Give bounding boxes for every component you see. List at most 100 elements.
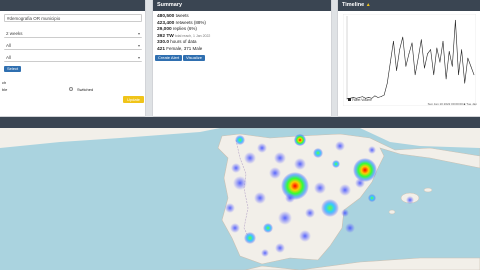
summary-line: 423,400 retweets (88%) bbox=[157, 20, 206, 26]
series-point bbox=[427, 53, 428, 55]
summary-label: hours of data bbox=[169, 39, 197, 44]
filter-panel-header bbox=[0, 0, 145, 11]
heat-spot bbox=[339, 184, 351, 196]
summary-value: 330.0 bbox=[157, 40, 170, 45]
series-point bbox=[461, 49, 462, 50]
heat-spot bbox=[299, 230, 311, 242]
series-point bbox=[464, 82, 466, 84]
heat-spot bbox=[321, 199, 339, 217]
island-ibiza bbox=[388, 209, 396, 215]
summary-line: 29,000 replies (6%) bbox=[157, 26, 197, 32]
heat-spot bbox=[332, 160, 340, 168]
heat-spot bbox=[305, 208, 315, 218]
series-point bbox=[402, 36, 404, 38]
series-point bbox=[362, 96, 363, 97]
heat-spot bbox=[244, 152, 256, 164]
series-point bbox=[390, 61, 391, 63]
heat-spot bbox=[368, 146, 376, 154]
legend-label: Tweet Volume bbox=[351, 98, 372, 102]
series-point bbox=[396, 70, 397, 71]
series-point bbox=[448, 50, 450, 52]
series-point bbox=[473, 74, 475, 76]
heat-spot bbox=[230, 223, 240, 233]
heat-spot bbox=[285, 193, 295, 203]
heatmap-map[interactable] bbox=[0, 128, 480, 270]
summary-note: total reach, 1 Jan 2022 bbox=[173, 33, 211, 38]
heat-spot bbox=[269, 167, 281, 179]
series-point bbox=[430, 49, 431, 50]
create-alert-button[interactable]: Create Alert bbox=[155, 55, 183, 61]
series-point bbox=[383, 94, 385, 96]
series-point bbox=[417, 57, 419, 59]
timeline-header: Timeline ▲ bbox=[338, 0, 480, 11]
heat-spot bbox=[274, 152, 286, 164]
map-canvas bbox=[0, 128, 480, 270]
radio-a-label: ble bbox=[2, 87, 8, 92]
summary-title: Summary bbox=[153, 0, 331, 11]
visualize-button[interactable]: Visualize bbox=[183, 55, 205, 61]
heat-spot bbox=[231, 163, 241, 173]
land-west bbox=[0, 128, 220, 148]
heat-spot bbox=[294, 134, 306, 146]
heat-spot bbox=[314, 182, 326, 194]
series-point bbox=[436, 47, 438, 49]
series-point bbox=[458, 74, 459, 76]
heat-spot bbox=[257, 143, 267, 153]
radio-switched[interactable] bbox=[69, 87, 73, 91]
heat-spot bbox=[294, 158, 306, 170]
series-point bbox=[442, 40, 444, 42]
timeline-title: Timeline bbox=[342, 2, 365, 8]
summary-value: 29,000 bbox=[157, 27, 172, 32]
chevron-down-icon: ▾ bbox=[137, 31, 140, 36]
filter-select-a-value: All bbox=[6, 43, 12, 48]
timeline-chart bbox=[343, 14, 476, 106]
series-point bbox=[470, 66, 472, 67]
series-point bbox=[386, 82, 388, 84]
filter-select-b-value: All bbox=[6, 55, 12, 60]
summary-line: 421 Female, 371 Male bbox=[157, 46, 202, 52]
series-point bbox=[445, 78, 447, 80]
filter-select-b[interactable]: All ▾ bbox=[4, 54, 142, 62]
summary-value: 392 TW bbox=[157, 33, 174, 39]
series-point bbox=[455, 19, 456, 21]
summary-line: 480,500 tweets bbox=[157, 13, 189, 19]
heat-spot bbox=[263, 223, 273, 233]
filter-select-a[interactable]: All ▾ bbox=[4, 42, 142, 50]
series-point bbox=[399, 49, 400, 50]
timeline-legend: Tweet Volume bbox=[348, 98, 372, 102]
heat-spot bbox=[406, 196, 414, 204]
heat-spot bbox=[281, 172, 309, 200]
select-button[interactable]: Select bbox=[4, 66, 22, 72]
summary-value: 480,500 bbox=[157, 14, 175, 19]
series-point bbox=[411, 42, 413, 44]
timeline-panel: Timeline ▲ Tweet Volume Sun Jan 10 2022 … bbox=[338, 0, 480, 116]
heat-spot bbox=[278, 211, 292, 225]
heat-spot bbox=[341, 209, 349, 217]
search-input[interactable]: #demografia OR municipio bbox=[4, 14, 142, 22]
series-point bbox=[405, 66, 407, 67]
summary-label: Female, 371 Male bbox=[165, 45, 203, 51]
summary-panel: Summary 480,500 tweets 423,400 retweets (… bbox=[153, 0, 331, 116]
series-point bbox=[377, 97, 379, 98]
series-point bbox=[467, 57, 469, 59]
heat-spot bbox=[313, 148, 323, 158]
summary-value: 423,400 bbox=[157, 20, 175, 26]
view-label: ch bbox=[2, 80, 7, 85]
heat-spot bbox=[261, 249, 269, 257]
series-point bbox=[408, 53, 410, 55]
series-point bbox=[421, 39, 422, 40]
series-point bbox=[424, 67, 425, 69]
series-point bbox=[414, 74, 416, 76]
period-select[interactable]: 2 weeks ▾ bbox=[4, 30, 142, 38]
summary-label: replies (6%) bbox=[171, 26, 197, 31]
series-point bbox=[393, 40, 394, 42]
summary-label: tweets bbox=[174, 13, 189, 18]
heat-spot bbox=[345, 223, 355, 233]
summary-value: 421 bbox=[157, 46, 166, 52]
series-point bbox=[452, 66, 453, 67]
heat-spot bbox=[353, 158, 377, 182]
island-menorca bbox=[423, 187, 433, 193]
update-button[interactable]: Update bbox=[123, 96, 144, 103]
legend-swatch bbox=[348, 98, 351, 101]
series-point bbox=[374, 95, 376, 97]
